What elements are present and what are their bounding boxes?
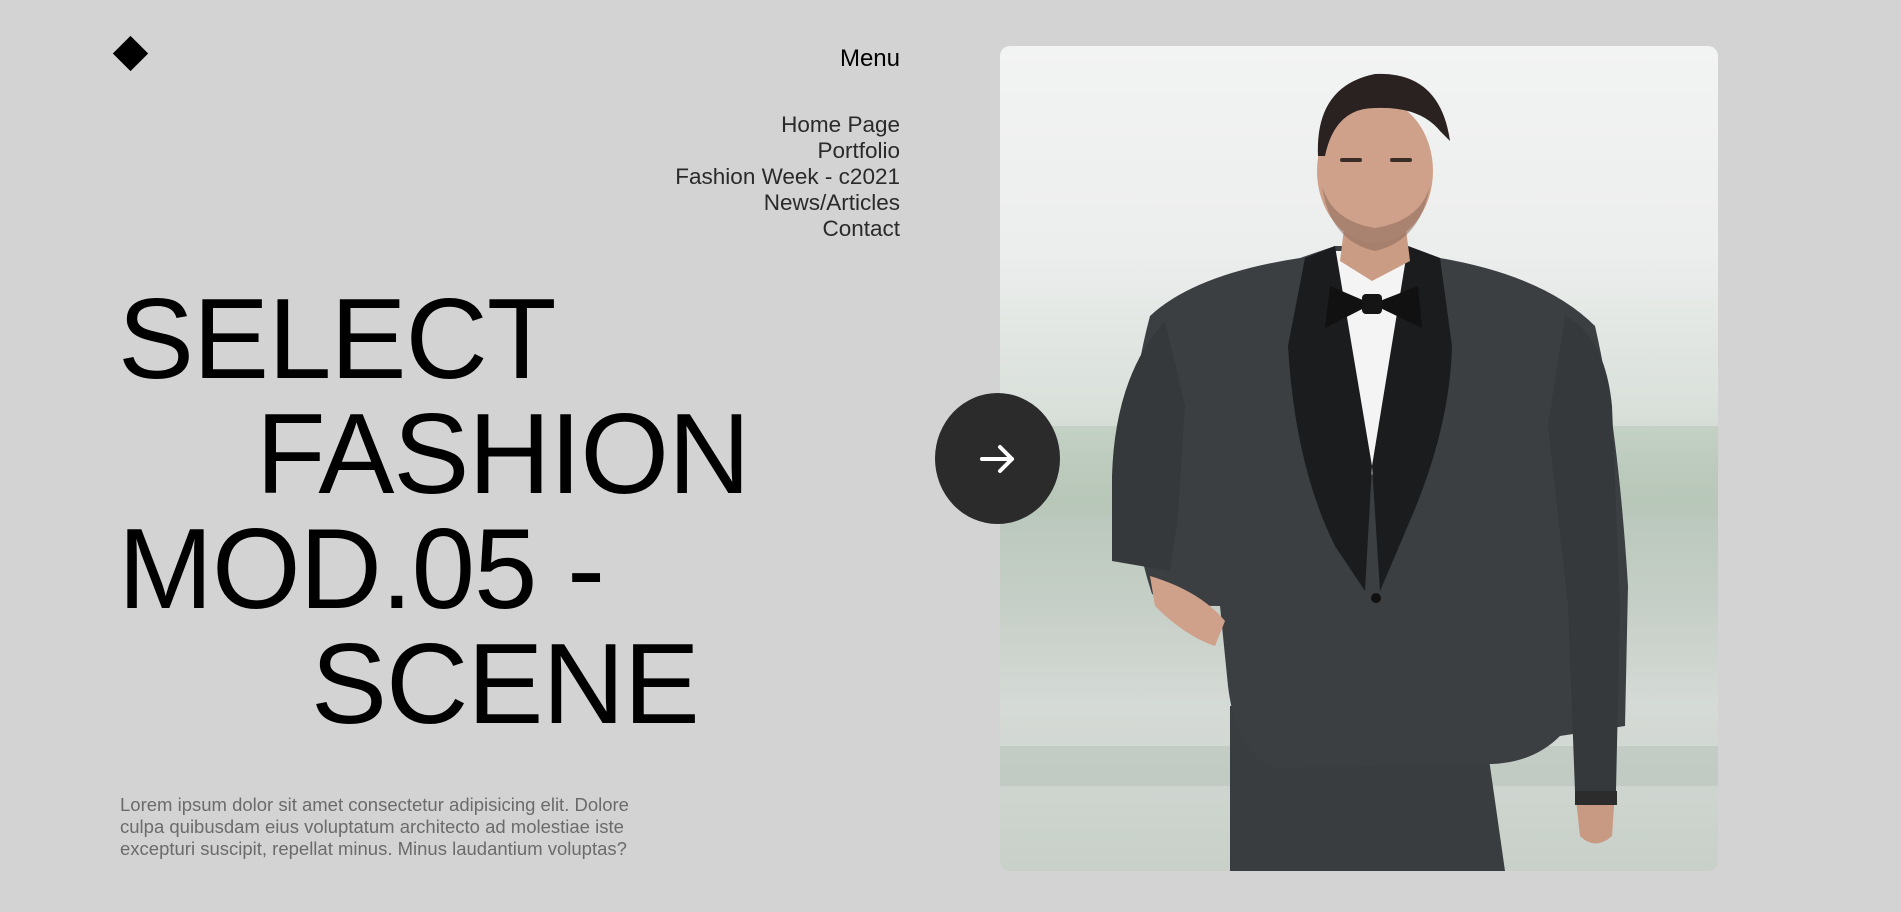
hero-description: Lorem ipsum dolor sit amet consectetur a… [120, 794, 629, 859]
diamond-logo-icon[interactable] [112, 35, 149, 72]
nav-item-portfolio[interactable]: Portfolio [675, 138, 900, 164]
tuxedo-man-illustration [1000, 73, 1718, 871]
hero-title-line-2: FASHION [256, 391, 750, 518]
nav-item-contact[interactable]: Contact [675, 216, 900, 242]
hero-title: SELECT FASHION MOD.05 - SCENE [118, 276, 750, 748]
hero-title-line-3: MOD.05 - [118, 506, 605, 633]
hero-photo [1000, 46, 1718, 871]
hero-title-line-4: SCENE [311, 621, 700, 748]
arrow-right-icon [979, 444, 1014, 473]
nav-item-news-articles[interactable]: News/Articles [675, 190, 900, 216]
nav-item-fashion-week[interactable]: Fashion Week - c2021 [675, 164, 900, 190]
nav-menu: Home Page Portfolio Fashion Week - c2021… [675, 112, 900, 242]
hero-title-line-1: SELECT [118, 276, 556, 403]
menu-title[interactable]: Menu [840, 45, 900, 73]
next-button[interactable] [935, 393, 1060, 524]
nav-item-home-page[interactable]: Home Page [675, 112, 900, 138]
